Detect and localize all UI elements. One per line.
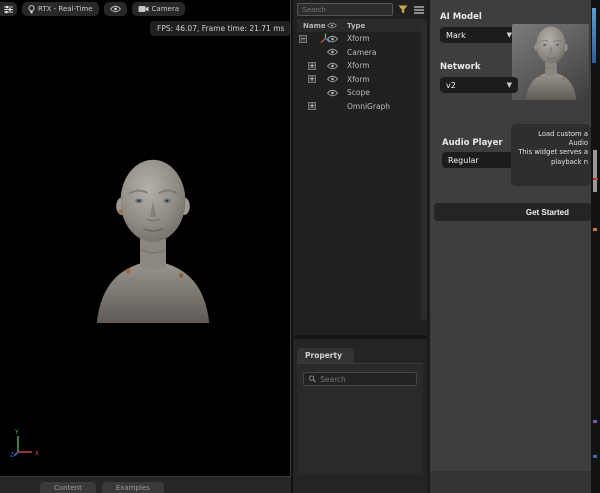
audio2face-settings-panel: AI Model Mark ▼ Network v2 ▼ Audio Playe… [427, 0, 591, 493]
stage-col-name: Name [297, 22, 323, 30]
expand-toggle-icon[interactable]: + [308, 102, 316, 110]
stage-row-camera[interactable]: Camera [297, 46, 425, 60]
ai-model-select[interactable]: Mark ▼ [440, 27, 518, 43]
scrollbar-mark [593, 228, 597, 231]
property-search-input[interactable] [320, 375, 411, 384]
renderer-button[interactable]: RTX - Real-Time [22, 2, 99, 16]
stage-column-headers[interactable]: Name Type [297, 19, 425, 32]
viewport-3d[interactable]: RTX - Real-Time [0, 0, 291, 477]
stage-row-scope[interactable]: Scope [297, 86, 425, 100]
info-line: Audio [514, 139, 588, 148]
axis-z-label: Z [10, 452, 14, 458]
expand-toggle-icon[interactable]: + [308, 62, 316, 70]
scrollbar-mark [593, 420, 597, 423]
stage-panel: Name Type −XformCamera+Xform+XformScope+… [293, 0, 427, 339]
prim-type-label: Xform [347, 34, 370, 43]
visibility-eye-icon[interactable] [323, 48, 341, 56]
prim-type-label: Xform [347, 61, 370, 70]
axis-x-label: X [35, 450, 39, 457]
chevron-down-icon: ▼ [507, 81, 512, 89]
prim-type-label: Xform [347, 75, 370, 84]
bottom-tab-examples[interactable]: Examples [102, 482, 164, 493]
stage-col-visibility-icon [323, 22, 341, 29]
scrollbar-blue-segment [592, 8, 596, 63]
stage-search-input[interactable] [297, 3, 393, 16]
stage-tree: − Xform Camera + Xform + Xform Scope + OmniGraph [297, 32, 425, 113]
info-line: playback n [514, 158, 588, 167]
stage-row-omnigraph[interactable]: + OmniGraph [297, 100, 425, 114]
eye-icon [110, 5, 121, 13]
network-value: v2 [446, 81, 456, 90]
visibility-eye-icon[interactable] [323, 89, 341, 97]
scrollbar-mark [593, 455, 597, 458]
visibility-eye-icon[interactable] [323, 62, 341, 70]
model-thumbnail [512, 24, 589, 100]
info-line: Load custom a [514, 130, 588, 139]
visibility-eye-icon[interactable] [323, 35, 341, 43]
window-edge-scrollbar[interactable] [591, 0, 600, 493]
axis-y-label: Y [15, 429, 19, 436]
camera-icon [138, 5, 149, 13]
bottom-tab-bar: Content Examples [0, 477, 291, 493]
ai-model-label: AI Model [440, 12, 482, 22]
viewport-settings-button[interactable] [0, 2, 17, 16]
options-menu-icon[interactable] [412, 3, 425, 16]
sliders-icon [4, 5, 13, 14]
info-line: This widget serves a [514, 148, 588, 157]
expand-toggle-icon[interactable]: − [299, 35, 307, 43]
right-panel-bottom-strip [430, 471, 591, 493]
ai-model-value: Mark [446, 31, 466, 40]
fps-indicator: FPS: 46.07, Frame time: 21.71 ms [150, 21, 291, 36]
stage-col-type: Type [347, 22, 365, 30]
camera-button[interactable]: Camera [132, 2, 185, 16]
tab-property[interactable]: Property [297, 348, 354, 363]
prim-type-label: OmniGraph [347, 102, 390, 111]
scrollbar-thumb[interactable] [593, 150, 597, 192]
get-started-button[interactable]: Get Started [434, 203, 591, 221]
network-label: Network [440, 62, 480, 72]
bottom-tab-content[interactable]: Content [40, 482, 96, 493]
axis-gizmo: Y X Z [10, 428, 44, 462]
stage-row-xform[interactable]: − Xform [297, 32, 425, 46]
app-window: RTX - Real-Time [0, 0, 600, 493]
scrollbar-mark [593, 178, 598, 180]
camera-label: Camera [152, 5, 179, 13]
expand-toggle-icon[interactable]: + [308, 75, 316, 83]
middle-panels: Name Type −XformCamera+Xform+XformScope+… [291, 0, 427, 493]
network-select[interactable]: v2 ▼ [440, 77, 518, 93]
stage-row-xform[interactable]: + Xform [297, 59, 425, 73]
audio-player-value: Regular [448, 156, 479, 165]
lightbulb-icon [28, 5, 35, 14]
viewport-toolbar: RTX - Real-Time [0, 2, 185, 16]
property-panel: Property [293, 339, 427, 493]
audio-player-label: Audio Player [442, 138, 503, 148]
property-search[interactable] [303, 372, 417, 386]
visibility-button[interactable] [104, 2, 127, 16]
head-model-3d[interactable] [88, 150, 218, 327]
renderer-label: RTX - Real-Time [38, 5, 93, 13]
prim-type-label: Camera [347, 48, 376, 57]
filter-icon[interactable] [396, 3, 409, 16]
viewport-column: RTX - Real-Time [0, 0, 291, 493]
audio-player-info-text: Load custom aAudioThis widget serves apl… [511, 124, 591, 186]
stage-row-xform[interactable]: + Xform [297, 73, 425, 87]
visibility-eye-icon[interactable] [323, 75, 341, 83]
prim-type-label: Scope [347, 88, 370, 97]
search-icon [309, 375, 316, 383]
